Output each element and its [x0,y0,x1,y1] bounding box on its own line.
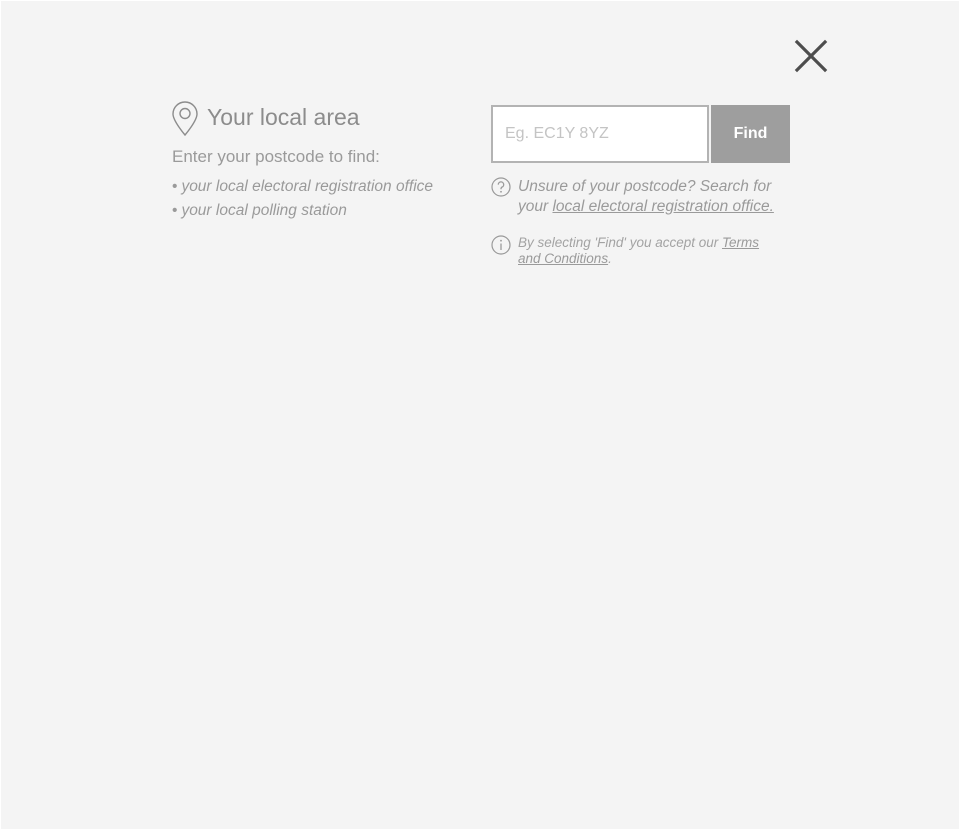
help-text: Unsure of your postcode? Search for your… [518,177,788,217]
bullet-icon: • [172,178,178,195]
postcode-input[interactable] [491,105,709,163]
list-item: • your local electoral registration offic… [172,175,433,199]
find-button[interactable]: Find [711,105,790,163]
list-item-label: your local polling station [181,202,347,219]
close-button[interactable] [793,38,829,74]
list-item: • your local polling station [172,199,433,223]
list-item-label: your local electoral registration office [181,178,434,195]
question-circle-icon [491,177,511,197]
close-icon [794,39,828,73]
location-pin-icon [172,101,198,137]
bullet-icon: • [172,202,178,219]
location-dialog: Your local area Enter your postcode to f… [1,1,959,829]
purpose-list: • your local electoral registration offic… [172,175,433,223]
heading-row: Your local area [171,99,471,139]
postcode-search: Find [491,105,791,163]
page-title: Your local area [207,104,360,130]
intro-text: Enter your postcode to find: [172,147,380,166]
local-area-info: Your local area Enter your postcode to f… [171,99,471,219]
electoral-office-link[interactable]: local electoral registration office. [552,198,773,215]
info-circle-icon [491,235,511,255]
terms-text-label: By selecting 'Find' you accept our [518,235,723,250]
terms-text-end: . [608,251,612,266]
terms-text: By selecting 'Find' you accept our Terms… [518,235,778,267]
